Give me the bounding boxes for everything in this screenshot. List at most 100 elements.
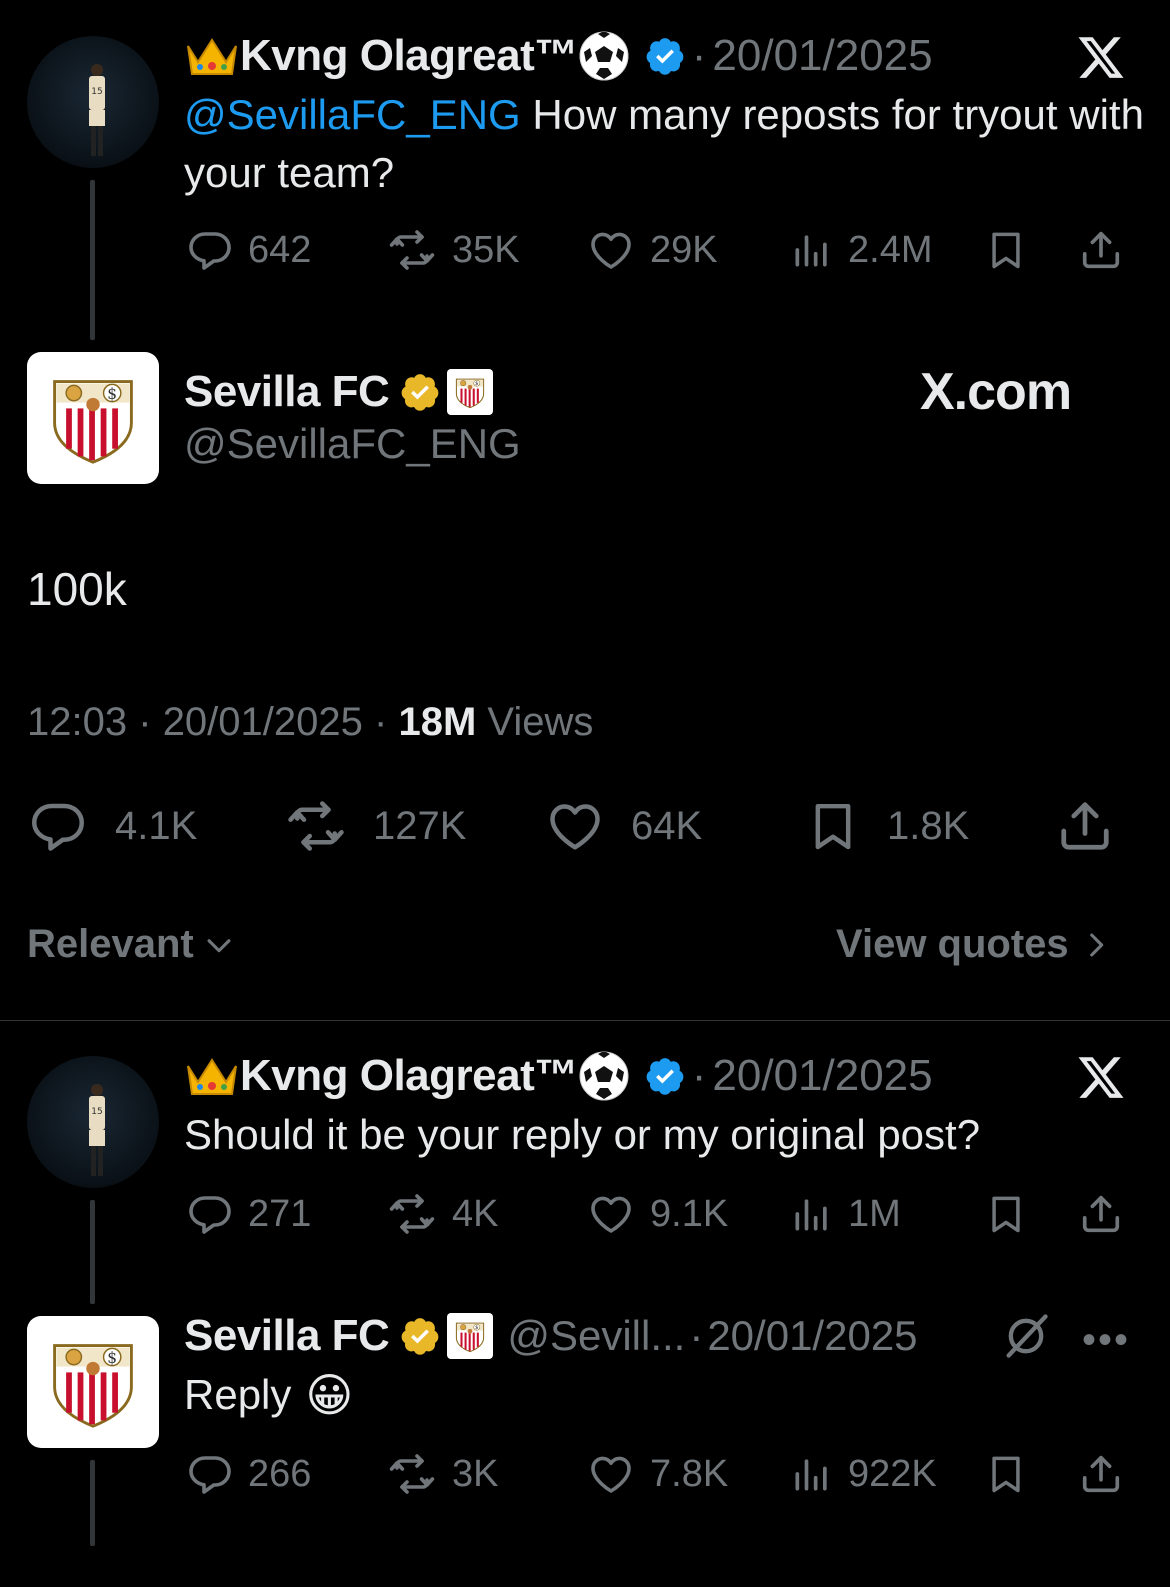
repost-icon [283, 796, 349, 856]
author-name[interactable]: Kvng Olagreat™ [240, 31, 578, 81]
main-tweet-actions: 4.1K 127K 64K 1.8K [27, 796, 1137, 856]
more-icon[interactable]: ••• [1082, 1318, 1130, 1363]
separator: · [374, 700, 388, 744]
reply2-actions: 266 3K 7.8K 922K [186, 1450, 1130, 1498]
like-icon [586, 1450, 636, 1498]
bookmark-icon [984, 1190, 1028, 1238]
x-com-watermark: X.com [920, 362, 1072, 422]
sevilla-crest [453, 374, 487, 410]
like-button[interactable]: 64K [543, 796, 805, 856]
main-tweet-text: 100k [27, 563, 127, 615]
affiliate-badge [447, 1313, 494, 1359]
crown-emoji [187, 38, 237, 75]
share-button[interactable] [1055, 796, 1115, 856]
reply2-header: Sevilla FC @Sevill... · 20/01/2025 [184, 1308, 918, 1364]
separator: · [691, 1051, 707, 1100]
reply1-actions: 271 4K 9.1K 1M [186, 1190, 1130, 1238]
grok-icon[interactable] [1000, 1310, 1052, 1362]
like-button[interactable]: 9.1K [586, 1190, 790, 1238]
views-button[interactable]: 1M [790, 1190, 984, 1238]
avatar-sevilla-fc[interactable] [27, 1316, 159, 1448]
tweet1-header: Kvng Olagreat™ · 20/01/2025 [184, 28, 933, 84]
chevron-down-icon [207, 938, 231, 952]
author-name[interactable]: Sevilla FC [184, 367, 390, 417]
view-quotes-link[interactable]: View quotes [836, 922, 1113, 967]
views-icon [790, 1450, 834, 1498]
x-logo-icon [1076, 32, 1126, 82]
user-handle[interactable]: @SevillaFC_ENG [184, 420, 521, 468]
bookmark-button[interactable] [984, 1190, 1078, 1238]
share-button[interactable] [1078, 1450, 1124, 1498]
like-count: 29K [650, 228, 718, 271]
repost-button[interactable]: 35K [386, 226, 586, 274]
like-count: 7.8K [650, 1452, 729, 1495]
user-handle[interactable]: @Sevill... [507, 1312, 685, 1360]
reply-icon [186, 1450, 234, 1498]
repost-button[interactable]: 4K [386, 1190, 586, 1238]
tweet-date[interactable]: 20/01/2025 [707, 1312, 917, 1360]
reply-button[interactable]: 266 [186, 1450, 386, 1498]
reply-icon [186, 1190, 234, 1238]
affiliate-badge [447, 369, 494, 415]
section-divider [0, 1020, 1170, 1021]
views-count: 2.4M [848, 228, 933, 271]
author-name[interactable]: Sevilla FC [184, 1311, 390, 1361]
author-name[interactable]: Kvng Olagreat™ [240, 1051, 578, 1101]
bookmark-icon [984, 1450, 1028, 1498]
reply-count: 4.1K [115, 803, 198, 848]
share-icon [1055, 796, 1115, 856]
repost-button[interactable]: 3K [386, 1450, 586, 1498]
share-button[interactable] [1078, 226, 1124, 274]
like-button[interactable]: 29K [586, 226, 790, 274]
repost-icon [386, 226, 438, 274]
tweet-date[interactable]: 20/01/2025 [712, 1051, 932, 1101]
tweet-date[interactable]: 20/01/2025 [163, 700, 363, 744]
reply-count: 266 [248, 1452, 312, 1495]
bookmark-count: 1.8K [887, 803, 970, 848]
bookmark-button[interactable] [984, 1450, 1078, 1498]
like-icon [586, 1190, 636, 1238]
view-quotes-label: View quotes [836, 922, 1069, 966]
reply2-text: Reply 😀 [184, 1366, 353, 1424]
views-icon [790, 226, 834, 274]
tweet-date[interactable]: 20/01/2025 [712, 31, 932, 81]
views-button[interactable]: 2.4M [790, 226, 984, 274]
thread-line [90, 1200, 95, 1304]
reply-body: Reply [184, 1371, 292, 1418]
soccer-ball-emoji [579, 31, 629, 81]
reply-button[interactable]: 4.1K [27, 796, 283, 856]
views-button[interactable]: 922K [790, 1450, 984, 1498]
tweet-time[interactable]: 12:03 [27, 700, 127, 744]
bookmark-icon [984, 226, 1028, 274]
avatar-kvng-olagreat[interactable]: 15 [27, 1056, 159, 1188]
share-icon [1078, 1450, 1124, 1498]
views-icon [790, 1190, 834, 1238]
reply-button[interactable]: 271 [186, 1190, 386, 1238]
watermark-text: X.com [920, 363, 1072, 421]
tweet1-text: @SevillaFC_ENG How many reposts for tryo… [184, 86, 1144, 202]
repost-icon [386, 1450, 438, 1498]
separator: · [689, 1312, 704, 1359]
bookmark-icon [805, 796, 861, 856]
avatar-kvng-olagreat[interactable]: 15 [27, 36, 159, 168]
repost-button[interactable]: 127K [283, 796, 543, 856]
reply-button[interactable]: 642 [186, 226, 386, 274]
tweet1-actions: 642 35K 29K 2.4M [186, 226, 1130, 274]
bookmark-button[interactable]: 1.8K [805, 796, 1055, 856]
bookmark-button[interactable] [984, 226, 1078, 274]
like-button[interactable]: 7.8K [586, 1450, 790, 1498]
separator: · [691, 31, 707, 80]
sort-dropdown[interactable]: Relevant [27, 922, 236, 967]
views-count[interactable]: 18M [398, 700, 476, 744]
sevilla-crest [453, 1318, 487, 1354]
verified-badge-icon [399, 1315, 441, 1357]
verified-badge-icon [399, 371, 441, 413]
reply1-header: Kvng Olagreat™ · 20/01/2025 [184, 1048, 933, 1104]
views-label: Views [487, 700, 594, 744]
mention-link[interactable]: @SevillaFC_ENG [184, 91, 521, 138]
svg-text:15: 15 [91, 87, 102, 97]
repost-count: 4K [452, 1192, 499, 1235]
avatar-sevilla-fc[interactable] [27, 352, 159, 484]
reply-count: 271 [248, 1192, 312, 1235]
share-button[interactable] [1078, 1190, 1124, 1238]
